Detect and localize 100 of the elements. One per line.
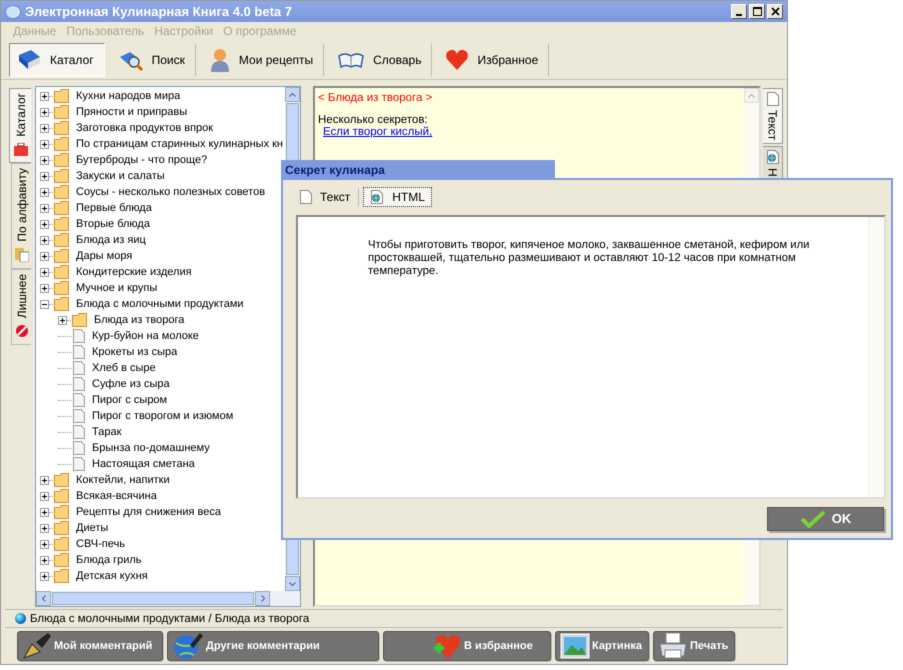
expand-toggle[interactable] xyxy=(40,508,49,516)
tree-item[interactable]: Кур-буйон на молоке xyxy=(91,330,200,342)
collapse-toggle[interactable] xyxy=(40,300,49,308)
tree-item[interactable]: Закуски и салаты xyxy=(75,170,166,182)
globe-icon xyxy=(15,613,26,624)
scroll-right-button[interactable] xyxy=(255,591,270,606)
folder-icon xyxy=(54,233,72,247)
expand-toggle[interactable] xyxy=(40,492,49,500)
tree-item[interactable]: Детская кухня xyxy=(75,570,149,582)
tree-item[interactable]: Крокеты из сыра xyxy=(91,346,178,358)
expand-toggle[interactable] xyxy=(40,556,49,564)
tree-item[interactable]: Вторые блюда xyxy=(75,218,151,230)
ok-button[interactable]: OK xyxy=(767,506,884,530)
side-tab[interactable]: Лишнее xyxy=(11,269,31,346)
toolbar-button[interactable]: Словарь xyxy=(330,43,432,77)
tree-item[interactable]: Коктейли, напитки xyxy=(75,474,171,486)
tree-item[interactable]: Брынза по-домашнему xyxy=(91,442,211,454)
document-icon xyxy=(766,92,778,106)
expand-toggle[interactable] xyxy=(40,540,49,548)
tree-item[interactable]: Бутерброды - что проще? xyxy=(75,154,208,166)
expand-toggle[interactable] xyxy=(40,172,49,180)
fountain-pen-icon xyxy=(22,632,52,660)
tree-item[interactable]: Заготовка продуктов впрок xyxy=(75,122,214,134)
tree-item[interactable]: Мучное и крупы xyxy=(75,282,158,294)
expand-toggle[interactable] xyxy=(40,140,49,148)
view-tab[interactable]: Н xyxy=(763,146,783,181)
action-button[interactable]: Картинка xyxy=(555,631,649,661)
action-button[interactable]: В избранное xyxy=(383,631,551,661)
tree-item[interactable]: Дары моря xyxy=(75,250,134,262)
caret-right-icon xyxy=(260,595,264,602)
expand-toggle[interactable] xyxy=(40,92,49,100)
tree-item[interactable]: Пирог с творогом и изюмом xyxy=(91,410,234,422)
printer-icon xyxy=(658,632,688,660)
toolbar-button[interactable]: Поиск xyxy=(110,43,196,77)
tab[interactable]: HTML xyxy=(363,187,432,207)
tree-item[interactable]: Рецепты для снижения веса xyxy=(75,506,222,518)
expand-toggle[interactable] xyxy=(40,284,49,292)
tree-item[interactable]: Блюда из яиц xyxy=(75,234,147,246)
caret-down-icon xyxy=(289,582,296,586)
tree-item[interactable]: Кондитерские изделия xyxy=(75,266,193,278)
expand-toggle[interactable] xyxy=(40,268,49,276)
expand-toggle[interactable] xyxy=(40,252,49,260)
expand-toggle[interactable] xyxy=(40,236,49,244)
maximize-button[interactable] xyxy=(749,4,765,19)
expand-toggle[interactable] xyxy=(40,204,49,212)
side-tab[interactable]: По алфавиту xyxy=(11,162,31,270)
tree-item[interactable]: Хлеб в сыре xyxy=(91,362,157,374)
scroll-left-button[interactable] xyxy=(36,591,51,606)
minimize-button[interactable] xyxy=(731,4,747,19)
expand-toggle[interactable] xyxy=(40,108,49,116)
folder-icon xyxy=(54,137,72,151)
expand-toggle[interactable] xyxy=(58,316,67,324)
folder-icon xyxy=(54,121,72,135)
folder-icon xyxy=(54,105,72,119)
horizontal-scrollbar[interactable] xyxy=(36,591,300,606)
tree-item[interactable]: Блюда из творога xyxy=(93,314,186,326)
toolbar-button[interactable]: Мои рецепты xyxy=(202,43,324,77)
expand-toggle[interactable] xyxy=(40,188,49,196)
expand-toggle[interactable] xyxy=(40,124,49,132)
toolbar-button[interactable]: Избранное xyxy=(438,43,550,77)
close-button[interactable] xyxy=(767,4,783,19)
action-button[interactable]: Другие комментарии xyxy=(167,631,379,661)
tree-item[interactable]: Пряности и приправы xyxy=(75,106,188,118)
tree-item[interactable]: Всякая-всячина xyxy=(75,490,158,502)
tree-item[interactable]: Диеты xyxy=(75,522,110,534)
vertical-scrollbar[interactable] xyxy=(868,217,884,497)
article-text: Несколько секретов: xyxy=(318,114,429,126)
tab[interactable]: Текст xyxy=(296,188,360,206)
folder-icon xyxy=(72,313,90,327)
tree-item[interactable]: Тарак xyxy=(91,426,122,438)
tree-item[interactable]: По страницам старинных кулинарных кн xyxy=(75,138,284,150)
expand-toggle[interactable] xyxy=(40,476,49,484)
tree-item[interactable]: Кухни народов мира xyxy=(75,90,182,102)
tree-item[interactable]: Первые блюда xyxy=(75,202,153,214)
tree-item[interactable]: Настоящая сметана xyxy=(91,458,196,470)
tree-item[interactable]: Блюда с молочными продуктами xyxy=(75,298,245,310)
expand-toggle[interactable] xyxy=(40,572,49,580)
expand-toggle[interactable] xyxy=(40,524,49,532)
scroll-up-button[interactable] xyxy=(285,87,300,102)
expand-toggle[interactable] xyxy=(40,220,49,228)
heart-icon xyxy=(445,49,470,71)
forbidden-icon xyxy=(14,324,28,338)
caret-up-icon xyxy=(748,94,755,98)
tree-item[interactable]: СВЧ-печь xyxy=(75,538,126,550)
scroll-down-button[interactable] xyxy=(285,576,300,591)
action-button[interactable]: Печать xyxy=(652,631,736,661)
secret-link[interactable]: Если творог кислый, xyxy=(323,126,432,138)
toolbar-button[interactable]: Каталог xyxy=(9,43,105,77)
folder-icon xyxy=(54,521,72,535)
tree-item[interactable]: Соусы - несколько полезных советов xyxy=(75,186,266,198)
folder-icon xyxy=(54,169,72,183)
tree-item[interactable]: Блюда гриль xyxy=(75,554,143,566)
tree-item[interactable]: Пирог с сыром xyxy=(91,394,168,406)
web-page-icon xyxy=(766,150,780,164)
view-tab[interactable]: Текст xyxy=(763,88,783,144)
tree-item[interactable]: Суфле из сыра xyxy=(91,378,171,390)
side-tab[interactable]: Каталог xyxy=(9,88,31,163)
expand-toggle[interactable] xyxy=(40,156,49,164)
action-button[interactable]: Мой комментарий xyxy=(17,631,163,661)
folder-icon xyxy=(54,489,72,503)
